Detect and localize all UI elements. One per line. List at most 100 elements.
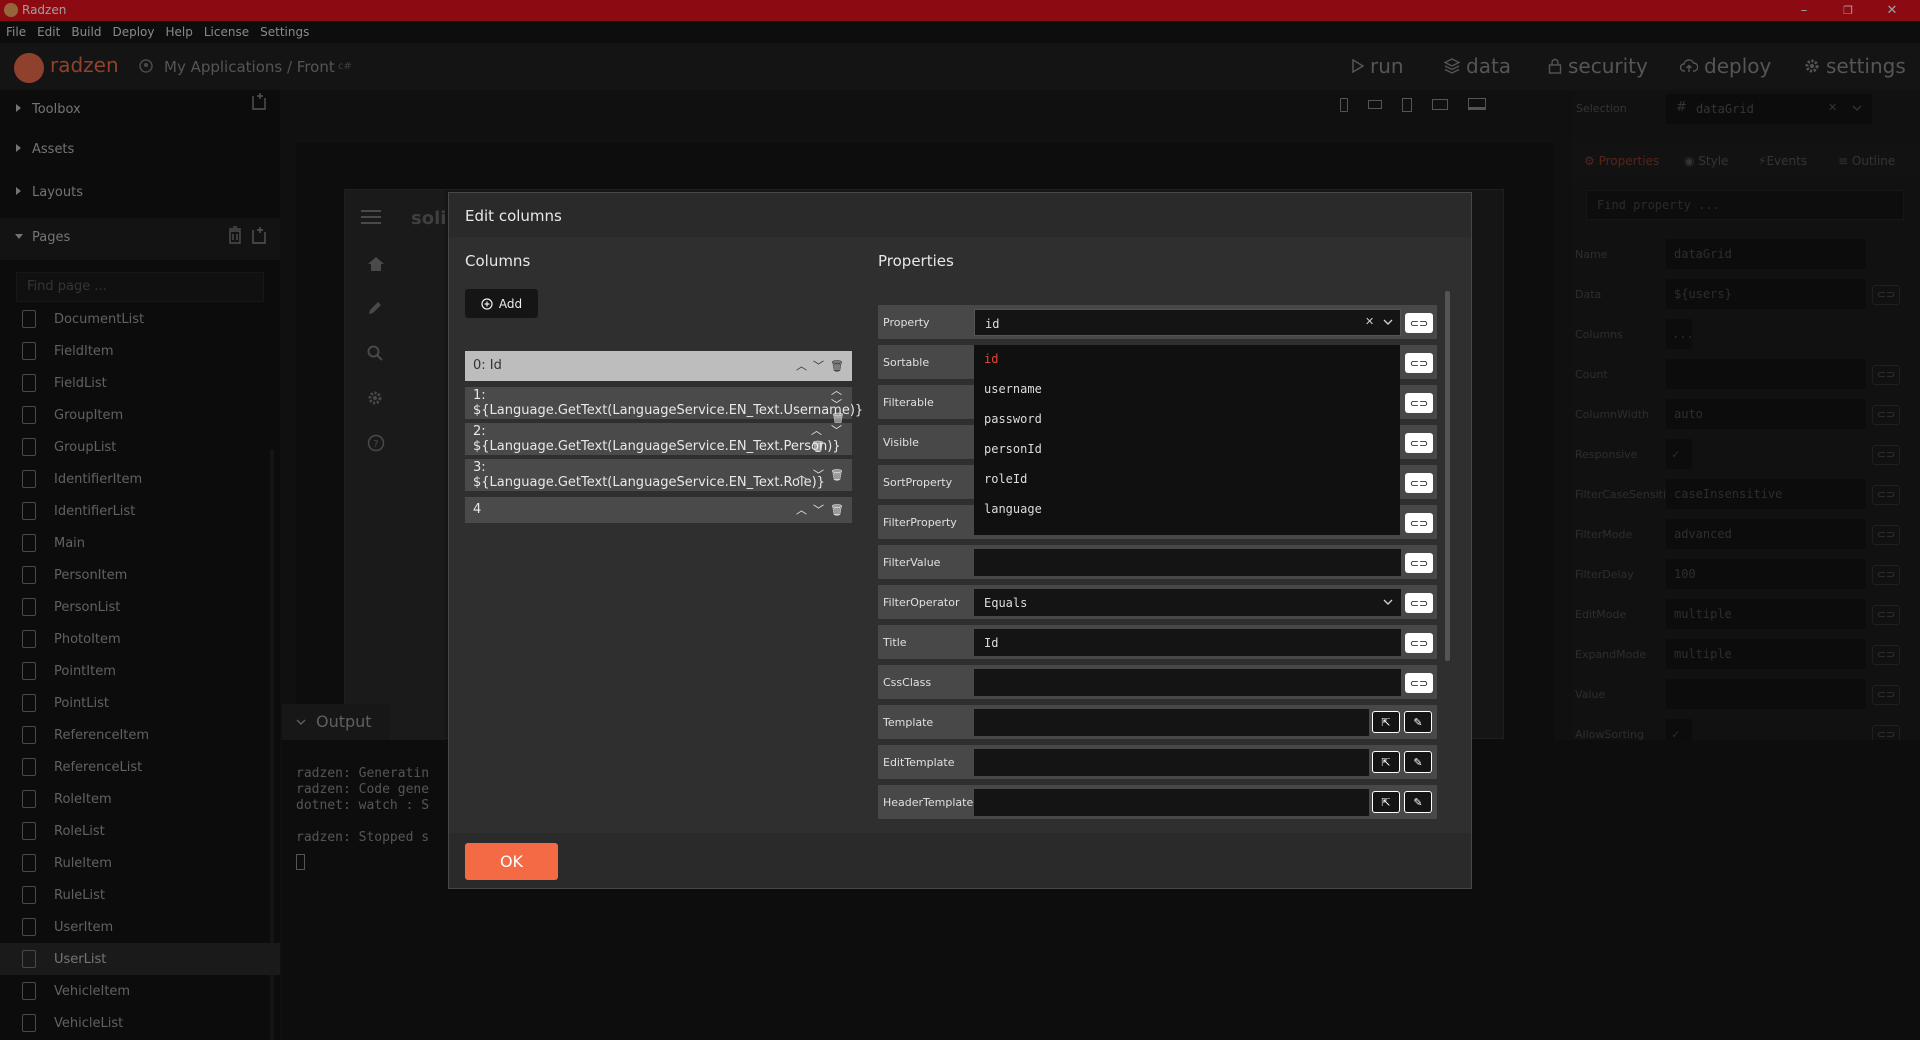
bind-property-button[interactable]: ⊂⊃ (1405, 313, 1433, 333)
trash-icon[interactable]: 🗑 (830, 361, 844, 372)
dropdown-option[interactable]: language (984, 502, 1042, 516)
dialog-header (449, 193, 1471, 237)
prop-row-property: Property id ✕ ⊂⊃ (878, 305, 1437, 339)
bind-filtervalue-button[interactable]: ⊂⊃ (1405, 553, 1433, 573)
bind-visible-button[interactable]: ⊂⊃ (1405, 433, 1433, 453)
bind-title-button[interactable]: ⊂⊃ (1405, 633, 1433, 653)
chevron-down-icon[interactable] (1383, 599, 1393, 605)
move-down-icon[interactable]: ﹀ (813, 505, 824, 516)
link-icon: ⊂⊃ (1409, 476, 1429, 490)
link-icon: ⊂⊃ (1409, 596, 1429, 610)
prop-row-edittemplate: EditTemplate ⇱ ✎ (878, 745, 1437, 779)
trash-icon[interactable]: 🗑 (830, 470, 844, 481)
column-item-label: ${Language.GetText(LanguageService.EN_Te… (473, 439, 841, 454)
headertemplate-input[interactable] (974, 789, 1369, 816)
trash-icon[interactable]: 🗑 (830, 505, 844, 516)
external-link-icon: ⇱ (1381, 795, 1391, 809)
move-up-icon[interactable]: ︿ (811, 425, 822, 436)
add-column-button[interactable]: Add (465, 289, 538, 318)
bind-filteroperator-button[interactable]: ⊂⊃ (1405, 593, 1433, 613)
cssclass-input[interactable] (974, 669, 1401, 696)
dropdown-option[interactable]: password (984, 412, 1042, 426)
open-template-button[interactable]: ⇱ (1372, 711, 1400, 733)
column-item-4[interactable]: 4 ︿ ﹀ 🗑 (465, 497, 852, 523)
dropdown-option[interactable]: username (984, 382, 1042, 396)
prop-row-title: Title Id ⊂⊃ (878, 625, 1437, 659)
move-up-icon[interactable]: ︿ (796, 470, 807, 481)
column-item-label: ${Language.GetText(LanguageService.EN_Te… (473, 475, 825, 490)
ok-button[interactable]: OK (465, 843, 558, 880)
prop-row-headertemplate: HeaderTemplate ⇱ ✎ (878, 785, 1437, 819)
link-icon: ⊂⊃ (1409, 396, 1429, 410)
prop-label: CssClass (883, 676, 932, 689)
property-dropdown[interactable]: id (974, 309, 1401, 336)
column-item-2[interactable]: 2: ${Language.GetText(LanguageService.EN… (465, 423, 852, 455)
bind-sortproperty-button[interactable]: ⊂⊃ (1405, 473, 1433, 493)
column-item-index: 1: (473, 388, 486, 403)
open-headertemplate-button[interactable]: ⇱ (1372, 791, 1400, 813)
prop-row-filtervalue: FilterValue ⊂⊃ (878, 545, 1437, 579)
link-icon: ⊂⊃ (1409, 316, 1429, 330)
filteroperator-dropdown[interactable]: Equals (974, 589, 1401, 616)
column-item-controls: ︿ ﹀ 🗑 (796, 470, 844, 481)
column-item-label: 0: Id (473, 358, 502, 373)
bind-sortable-button[interactable]: ⊂⊃ (1405, 353, 1433, 373)
property-dropdown-list: id username password personId roleId lan… (974, 345, 1400, 535)
external-link-icon: ⇱ (1381, 755, 1391, 769)
dialog-title: Edit columns (465, 207, 562, 225)
column-item-0[interactable]: 0: Id ︿ ﹀ 🗑 (465, 351, 852, 381)
title-input[interactable]: Id (974, 629, 1401, 656)
move-down-icon[interactable]: ﹀ (813, 361, 824, 372)
column-item-index: 2: (473, 424, 486, 439)
prop-row-template: Template ⇱ ✎ (878, 705, 1437, 739)
prop-row-filteroperator: FilterOperator Equals ⊂⊃ (878, 585, 1437, 619)
dialog-footer (449, 833, 1471, 888)
link-icon: ⊂⊃ (1409, 356, 1429, 370)
edit-icon: ✎ (1413, 755, 1423, 769)
prop-label: Filterable (883, 396, 934, 409)
edit-template-button[interactable]: ✎ (1404, 711, 1432, 733)
link-icon: ⊂⊃ (1409, 436, 1429, 450)
column-item-1[interactable]: 1: ${Language.GetText(LanguageService.EN… (465, 385, 863, 424)
column-item-label: 4 (473, 502, 482, 517)
edit-icon: ✎ (1413, 795, 1423, 809)
column-item-label: ${Language.GetText(LanguageService.EN_Te… (473, 403, 864, 418)
bind-cssclass-button[interactable]: ⊂⊃ (1405, 673, 1433, 693)
move-down-icon[interactable]: ﹀ (813, 470, 824, 481)
link-icon: ⊂⊃ (1409, 676, 1429, 690)
edittemplate-input[interactable] (974, 749, 1369, 776)
prop-label: Visible (883, 436, 919, 449)
column-item-controls: ︿ ﹀ 🗑 (796, 505, 844, 516)
dropdown-option[interactable]: personId (984, 442, 1042, 456)
edit-headertemplate-button[interactable]: ✎ (1404, 791, 1432, 813)
move-down-icon[interactable]: ﹀ (831, 425, 842, 436)
bind-filterproperty-button[interactable]: ⊂⊃ (1405, 513, 1433, 533)
move-up-icon[interactable]: ︿ (796, 361, 807, 372)
open-edittemplate-button[interactable]: ⇱ (1372, 751, 1400, 773)
link-icon: ⊂⊃ (1409, 556, 1429, 570)
move-down-icon[interactable]: ﹀ (831, 399, 842, 410)
external-link-icon: ⇱ (1381, 715, 1391, 729)
properties-title: Properties (878, 252, 954, 270)
plus-circle-icon (481, 297, 493, 310)
edit-edittemplate-button[interactable]: ✎ (1404, 751, 1432, 773)
properties-scrollbar[interactable] (1445, 291, 1450, 661)
columns-title: Columns (465, 252, 531, 270)
template-input[interactable] (974, 709, 1369, 736)
bind-filterable-button[interactable]: ⊂⊃ (1405, 393, 1433, 413)
prop-label: Template (883, 716, 934, 729)
trash-icon[interactable]: 🗑 (811, 441, 825, 452)
edit-icon: ✎ (1413, 715, 1423, 729)
chevron-down-icon[interactable] (1383, 319, 1393, 325)
prop-label: Title (883, 636, 907, 649)
move-up-icon[interactable]: ︿ (831, 385, 842, 396)
dropdown-option[interactable]: roleId (984, 472, 1027, 486)
filtervalue-input[interactable] (974, 549, 1401, 576)
dropdown-option-selected[interactable]: id (984, 352, 998, 366)
link-icon: ⊂⊃ (1409, 516, 1429, 530)
prop-label: FilterProperty (883, 516, 957, 529)
clear-icon[interactable]: ✕ (1365, 315, 1374, 328)
move-up-icon[interactable]: ︿ (796, 505, 807, 516)
column-item-3[interactable]: 3: ${Language.GetText(LanguageService.EN… (465, 459, 852, 491)
prop-label: EditTemplate (883, 756, 955, 769)
